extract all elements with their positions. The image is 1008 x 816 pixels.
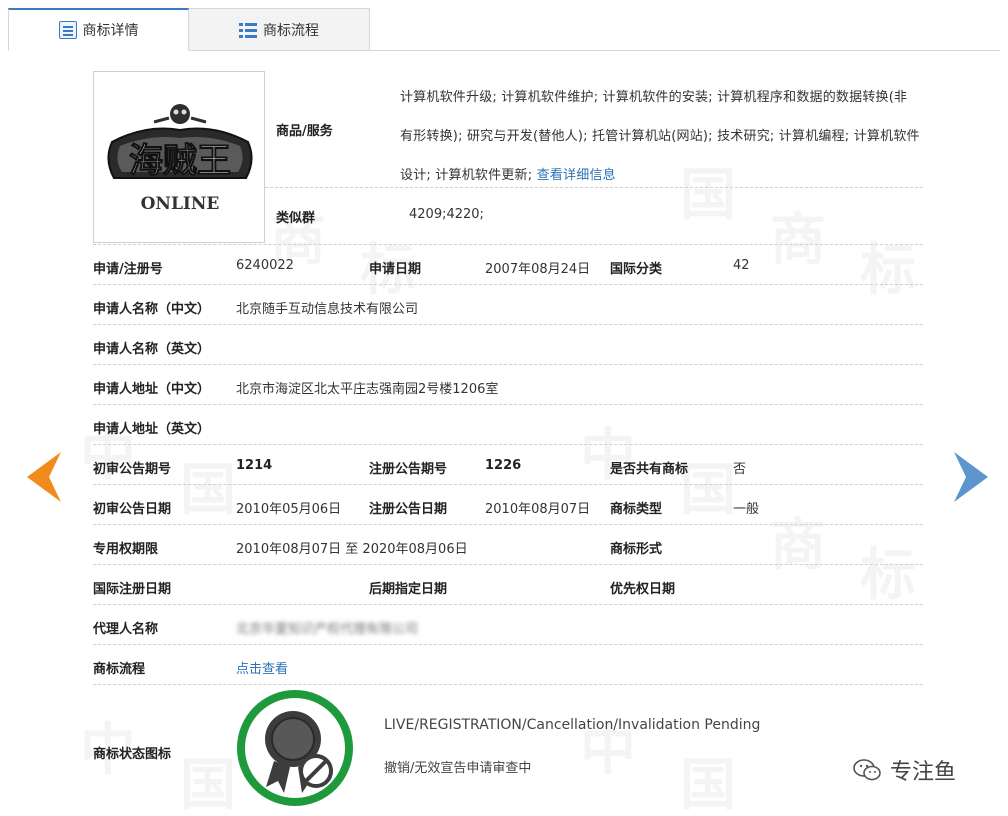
preliminary-announcement-date: 2010年05月06日 bbox=[236, 502, 342, 517]
shared-trademark-value: 否 bbox=[733, 462, 747, 477]
field-label: 申请人名称（英文） bbox=[93, 342, 211, 357]
preliminary-announcement-number: 1214 bbox=[236, 458, 273, 473]
wechat-icon bbox=[853, 759, 881, 781]
row-agent: 代理人名称 北京华夏知识产权代理有限公司 bbox=[93, 604, 923, 644]
applicant-address-cn: 北京市海淀区北太平庄志强南园2号楼1206室 bbox=[236, 382, 499, 397]
row-process: 商标流程 点击查看 bbox=[93, 644, 923, 684]
tab-label: 商标流程 bbox=[263, 22, 319, 39]
application-date: 2007年08月24日 bbox=[485, 262, 591, 277]
goods-services-text: 计算机软件升级; 计算机软件维护; 计算机软件的安装; 计算机程序和数据的数据转… bbox=[400, 90, 920, 183]
agent-name: 北京华夏知识产权代理有限公司 bbox=[236, 622, 419, 637]
field-label: 是否共有商标 bbox=[610, 462, 689, 477]
field-label: 国际注册日期 bbox=[93, 582, 172, 597]
row-exclusive-period: 专用权期限 2010年08月07日 至 2020年08月06日 商标形式 bbox=[93, 524, 923, 564]
row-intl-dates: 国际注册日期 后期指定日期 优先权日期 bbox=[93, 564, 923, 604]
tab-label: 商标详情 bbox=[82, 23, 139, 39]
field-label: 注册公告期号 bbox=[369, 462, 448, 477]
goods-services-label: 商品/服务 bbox=[276, 124, 333, 139]
field-label: 专用权期限 bbox=[93, 542, 159, 557]
field-label: 初审公告期号 bbox=[93, 462, 172, 477]
field-label: 国际分类 bbox=[610, 262, 663, 277]
trademark-header: 海贼王 ONLINE 商品/服务 计算机软件升级; 计算机软件维护; 计算机软件… bbox=[93, 70, 923, 244]
field-label: 初审公告日期 bbox=[93, 502, 172, 517]
field-label: 申请人名称（中文） bbox=[93, 302, 211, 317]
field-label: 申请/注册号 bbox=[93, 262, 163, 277]
field-label: 注册公告日期 bbox=[369, 502, 448, 517]
view-details-link[interactable]: 查看详细信息 bbox=[537, 168, 616, 183]
view-process-link[interactable]: 点击查看 bbox=[236, 662, 288, 677]
row-announcement-dates: 初审公告日期 2010年05月06日 注册公告日期 2010年08月07日 商标… bbox=[93, 484, 923, 524]
trademark-detail-panel: 海贼王 ONLINE 商品/服务 计算机软件升级; 计算机软件维护; 计算机软件… bbox=[93, 70, 923, 814]
field-label: 申请人地址（英文） bbox=[93, 422, 211, 437]
trademark-image: 海贼王 ONLINE bbox=[93, 71, 265, 243]
trademark-type: 一般 bbox=[733, 502, 760, 517]
wechat-account-name: 专注鱼 bbox=[890, 760, 957, 785]
status-badge-icon bbox=[237, 690, 353, 806]
field-label: 优先权日期 bbox=[610, 582, 676, 597]
similar-group-label: 类似群 bbox=[276, 211, 316, 226]
tab-trademark-details[interactable]: 商标详情 bbox=[8, 8, 189, 51]
exclusive-right-period: 2010年08月07日 至 2020年08月06日 bbox=[236, 542, 468, 557]
row-applicant-cn: 申请人名称（中文） 北京随手互动信息技术有限公司 bbox=[93, 284, 923, 324]
list-icon bbox=[239, 21, 257, 39]
row-address-cn: 申请人地址（中文） 北京市海淀区北太平庄志强南园2号楼1206室 bbox=[93, 364, 923, 404]
row-announcement-numbers: 初审公告期号 1214 注册公告期号 1226 是否共有商标 否 bbox=[93, 444, 923, 484]
status-text-en: LIVE/REGISTRATION/Cancellation/Invalidat… bbox=[384, 717, 761, 733]
logo-text: 海贼王 bbox=[129, 141, 231, 181]
logo-subtext: ONLINE bbox=[141, 194, 220, 214]
similar-group-value: 4209;4220; bbox=[409, 207, 484, 222]
field-label: 商标形式 bbox=[610, 542, 663, 557]
field-label: 后期指定日期 bbox=[369, 582, 448, 597]
row-status: 商标状态图标 LIVE/REGISTRATION/Cancellation/In… bbox=[93, 684, 923, 814]
international-class: 42 bbox=[733, 258, 750, 273]
registration-announcement-number: 1226 bbox=[485, 458, 522, 473]
applicant-name-cn: 北京随手互动信息技术有限公司 bbox=[236, 302, 419, 317]
next-arrow-icon[interactable] bbox=[954, 452, 988, 502]
field-label: 商标类型 bbox=[610, 502, 663, 517]
registration-announcement-date: 2010年08月07日 bbox=[485, 502, 591, 517]
field-label: 商标流程 bbox=[93, 662, 146, 677]
field-label: 申请人地址（中文） bbox=[93, 382, 211, 397]
row-address-en: 申请人地址（英文） bbox=[93, 404, 923, 444]
tab-trademark-process[interactable]: 商标流程 bbox=[189, 8, 370, 51]
document-icon bbox=[58, 21, 77, 39]
previous-arrow-icon[interactable] bbox=[27, 452, 61, 502]
tab-bar: 商标详情 商标流程 bbox=[8, 8, 1000, 51]
status-text-cn: 撤销/无效宣告申请审查中 bbox=[384, 761, 532, 776]
row-applicant-en: 申请人名称（英文） bbox=[93, 324, 923, 364]
status-label: 商标状态图标 bbox=[93, 747, 172, 762]
divider bbox=[265, 187, 923, 188]
wechat-watermark: 专注鱼 bbox=[852, 754, 956, 786]
field-label: 代理人名称 bbox=[93, 622, 159, 637]
row-registration: 申请/注册号 6240022 申请日期 2007年08月24日 国际分类 42 bbox=[93, 244, 923, 284]
registration-number: 6240022 bbox=[236, 258, 294, 273]
field-label: 申请日期 bbox=[369, 262, 422, 277]
